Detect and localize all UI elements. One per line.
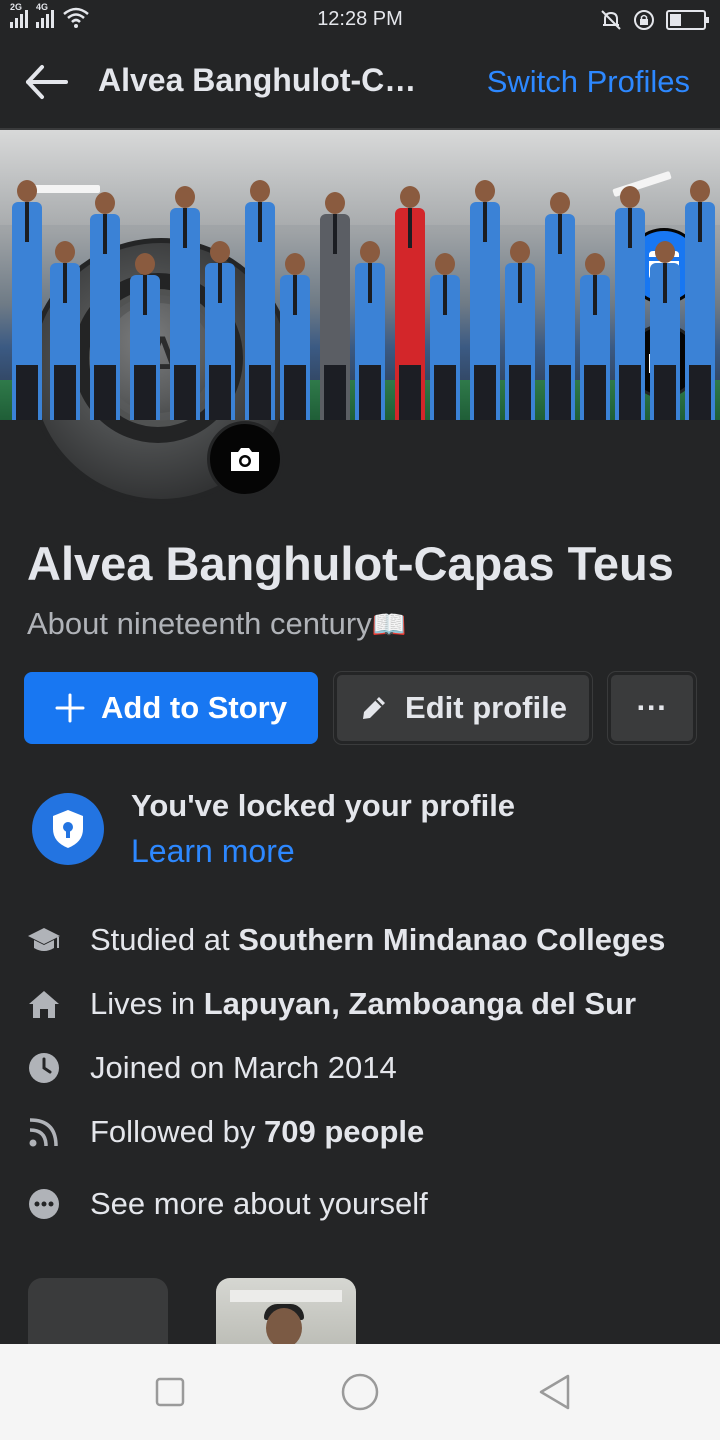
cover-photo[interactable]	[0, 130, 720, 420]
detail-followers-text: Followed by 709 people	[90, 1114, 424, 1150]
app-header: Alvea Banghulot-Capas Teus Switch Profil…	[0, 40, 720, 130]
cover-person	[170, 186, 200, 420]
camera-icon	[231, 448, 259, 471]
more-options-label: ···	[636, 690, 668, 725]
book-icon: 📖	[371, 609, 407, 640]
battery-icon	[666, 10, 709, 30]
detail-residence-text: Lives in Lapuyan, Zamboanga del Sur	[90, 986, 636, 1022]
edit-profile-button[interactable]: Edit profile	[334, 672, 592, 744]
detail-education: Studied at Southern Mindanao Colleges	[26, 915, 665, 965]
cover-person	[280, 253, 310, 420]
cover-person	[50, 241, 80, 420]
battery-fill	[670, 14, 681, 26]
cover-person	[505, 241, 535, 420]
circle-icon	[341, 1373, 379, 1411]
cover-person	[90, 192, 120, 420]
photo-window	[230, 1290, 342, 1302]
detail-residence-prefix: Lives in	[90, 986, 204, 1021]
system-nav-bar	[0, 1344, 720, 1440]
pencil-icon	[359, 693, 389, 723]
bio-text: About nineteenth century	[27, 606, 372, 641]
triangle-back-icon	[539, 1374, 570, 1410]
detail-education-value[interactable]: Southern Mindanao Colleges	[238, 922, 665, 957]
cover-person	[320, 192, 350, 420]
avatar-camera-button[interactable]	[207, 421, 283, 497]
cover-person	[205, 241, 235, 420]
cover-person	[12, 180, 42, 420]
arrow-left-icon	[26, 65, 68, 99]
status-icons	[600, 8, 709, 32]
detail-joined: Joined on March 2014	[26, 1043, 397, 1093]
cover-person	[130, 253, 160, 420]
cover-person	[430, 253, 460, 420]
rss-icon	[26, 1114, 62, 1150]
cover-person	[470, 180, 500, 420]
cover-person	[685, 180, 715, 420]
back-button[interactable]	[22, 62, 70, 102]
ellipsis-circle-icon	[26, 1186, 62, 1222]
alarm-lock-icon	[634, 10, 654, 30]
lock-title: You've locked your profile	[131, 788, 516, 823]
profile-name: Alvea Banghulot-Capas Teus	[27, 537, 674, 590]
detail-education-text: Studied at Southern Mindanao Colleges	[90, 922, 665, 958]
switch-profiles-link[interactable]: Switch Profiles	[487, 64, 690, 100]
more-options-button[interactable]: ···	[608, 672, 696, 744]
recent-apps-button[interactable]	[150, 1372, 190, 1412]
cover-person	[615, 186, 645, 420]
cover-person	[580, 253, 610, 420]
status-bar: 2G 4G 12:28 PM	[0, 0, 720, 40]
photo-person-head	[266, 1308, 302, 1348]
detail-joined-text: Joined on March 2014	[90, 1050, 397, 1085]
shield-lock-icon	[32, 793, 104, 865]
profile-bio: About nineteenth century📖	[27, 606, 407, 642]
add-to-story-label: Add to Story	[101, 690, 287, 725]
mute-bell-icon	[601, 10, 621, 30]
see-more-label: See more about yourself	[90, 1186, 428, 1221]
detail-education-prefix: Studied at	[90, 922, 239, 957]
back-nav-button[interactable]	[534, 1372, 574, 1412]
square-icon	[155, 1377, 185, 1407]
cover-person	[545, 192, 575, 420]
see-more-about-button[interactable]: See more about yourself	[26, 1179, 428, 1229]
home-icon	[26, 986, 62, 1022]
detail-followers-prefix: Followed by	[90, 1114, 265, 1149]
home-button[interactable]	[340, 1372, 380, 1412]
edit-profile-label: Edit profile	[405, 690, 567, 725]
header-title: Alvea Banghulot-Capas Teus	[98, 62, 433, 98]
plus-icon	[55, 693, 85, 723]
cover-person	[245, 180, 275, 420]
detail-residence: Lives in Lapuyan, Zamboanga del Sur	[26, 979, 636, 1029]
add-to-story-button[interactable]: Add to Story	[24, 672, 318, 744]
cover-person	[355, 241, 385, 420]
detail-followers: Followed by 709 people	[26, 1107, 424, 1157]
cover-person	[395, 186, 425, 420]
detail-followers-value[interactable]: 709 people	[264, 1114, 424, 1149]
clock-icon	[26, 1050, 62, 1086]
detail-residence-value[interactable]: Lapuyan, Zamboanga del Sur	[204, 986, 636, 1021]
graduation-cap-icon	[26, 922, 62, 958]
cover-person	[650, 241, 680, 420]
learn-more-link[interactable]: Learn more	[131, 833, 295, 870]
